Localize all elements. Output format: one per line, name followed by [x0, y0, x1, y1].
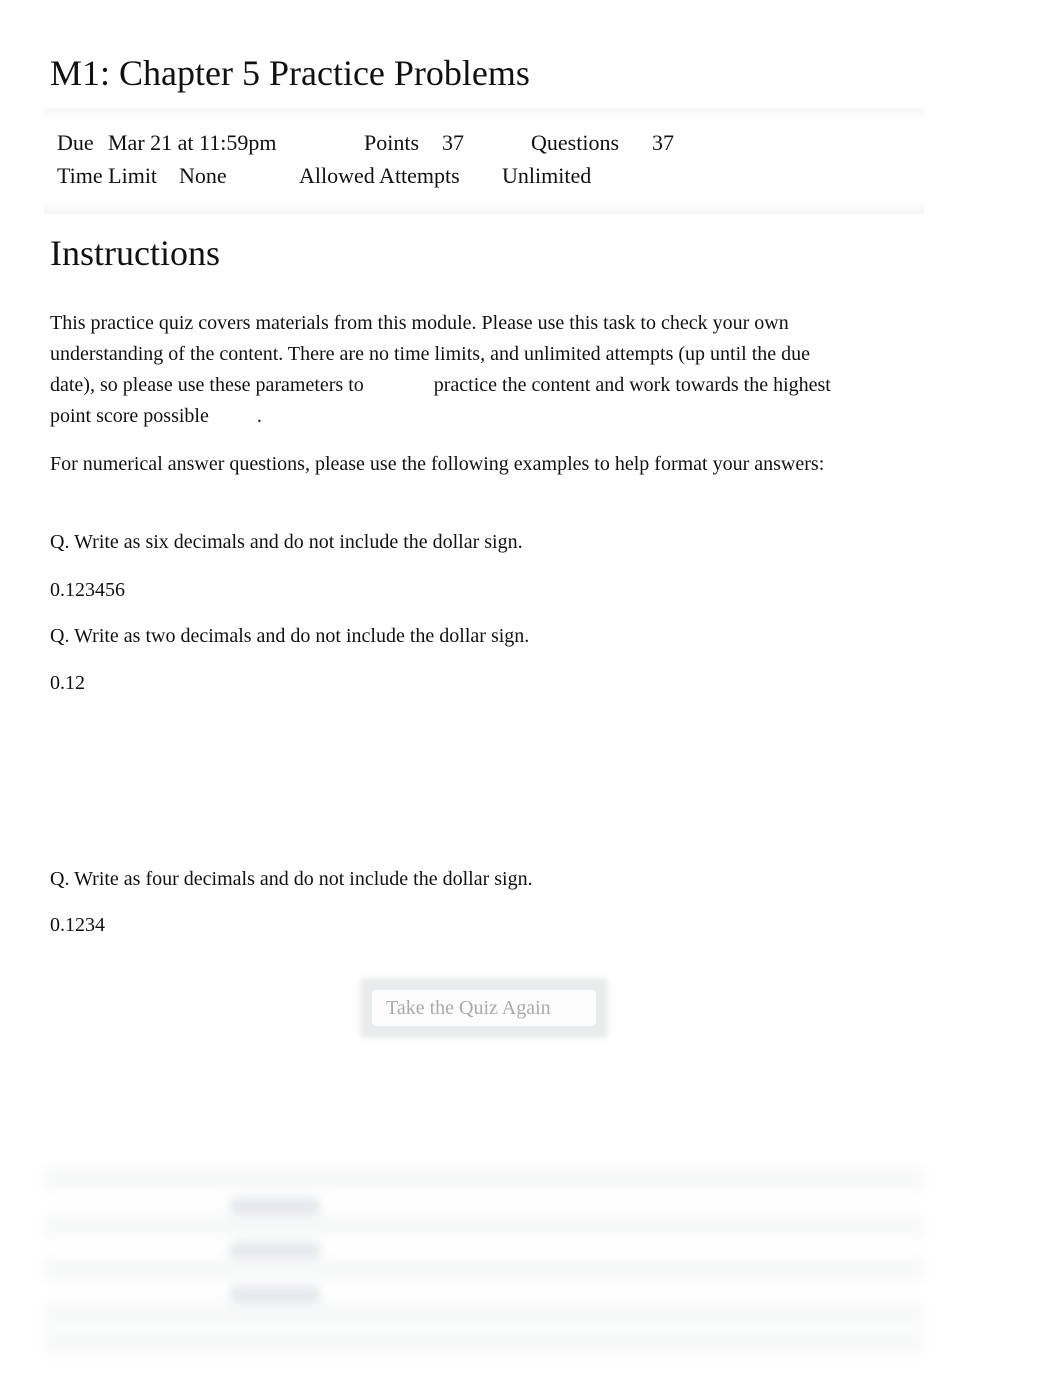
table-row — [44, 1214, 924, 1236]
attempt-history-table-blurred — [44, 1160, 924, 1354]
page-title: M1: Chapter 5 Practice Problems — [50, 53, 530, 93]
format-note: For numerical answer questions, please u… — [50, 453, 825, 475]
points-label: Points — [364, 130, 420, 155]
time-limit-value: None — [179, 163, 227, 188]
example-answer-3: 0.1234 — [50, 914, 105, 936]
attempts-value: Unlimited — [502, 163, 592, 188]
example-question-2: Q. Write as two decimals and do not incl… — [50, 625, 530, 647]
quiz-details-band — [44, 108, 924, 214]
example-question-1: Q. Write as six decimals and do not incl… — [50, 531, 523, 553]
instructions-heading: Instructions — [50, 233, 220, 273]
due-value: Mar 21 at 11:59pm — [108, 130, 277, 155]
example-question-3: Q. Write as four decimals and do not inc… — [50, 868, 533, 890]
attempts-label: Allowed Attempts — [299, 163, 460, 188]
example-answer-1: 0.123456 — [50, 579, 125, 601]
intro-text-end: . — [256, 405, 262, 427]
questions-value: 37 — [652, 130, 674, 155]
questions-label: Questions — [531, 130, 619, 155]
time-limit-label: Time Limit — [57, 163, 158, 188]
due-label: Due — [57, 130, 94, 155]
points-value: 37 — [442, 130, 464, 155]
instructions-intro: This practice quiz covers materials from… — [50, 308, 840, 432]
table-header-row — [44, 1168, 924, 1190]
example-answer-2: 0.12 — [50, 672, 85, 694]
table-row — [44, 1302, 924, 1324]
take-quiz-again-button[interactable]: Take the Quiz Again — [372, 990, 596, 1026]
table-row — [44, 1258, 924, 1280]
table-footer-row — [44, 1332, 924, 1354]
